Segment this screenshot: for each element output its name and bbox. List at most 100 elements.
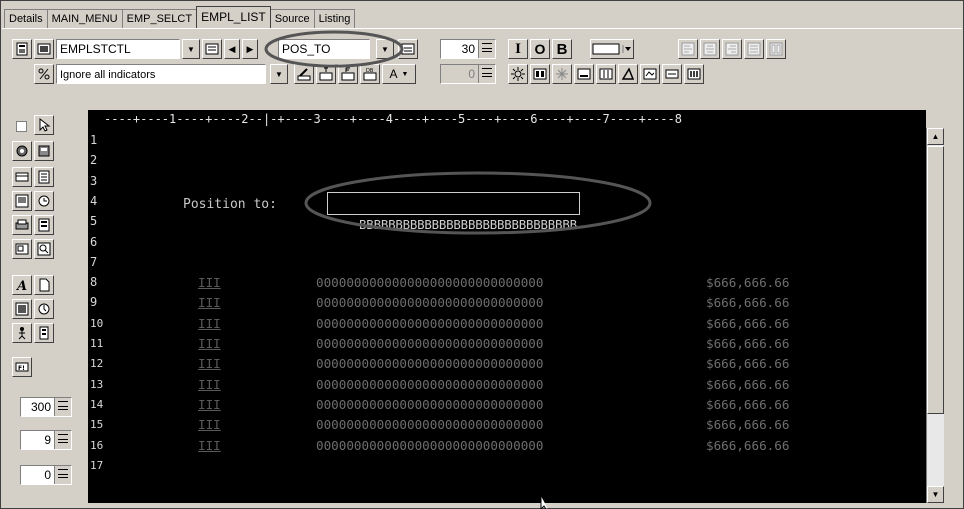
salary-field: $666,666.66	[706, 376, 790, 392]
both-field-button[interactable]: B	[552, 39, 572, 59]
subfile-button[interactable]	[662, 64, 682, 84]
percent-button[interactable]	[34, 64, 54, 84]
pointer-tool-button[interactable]	[34, 115, 54, 135]
palette-tool-4[interactable]	[34, 167, 54, 187]
position-to-field[interactable]: BBBBBBBBBBBBBBBBBBBBBBBBBBBBBB	[327, 192, 580, 232]
employee-name-field: 000000000000000000000000000000	[316, 437, 544, 453]
palette-tool-8[interactable]	[34, 215, 54, 235]
align-left-icon	[681, 42, 695, 56]
underline-icon	[577, 68, 591, 80]
color-picker-button[interactable]	[590, 39, 634, 59]
highlight-button[interactable]	[508, 64, 528, 84]
tab-emp-selct[interactable]: EMP_SELCT	[121, 9, 198, 28]
field-list-button[interactable]	[202, 39, 222, 59]
same-size-button[interactable]	[766, 39, 786, 59]
previous-button[interactable]: ◀	[224, 39, 240, 59]
vertical-scrollbar[interactable]: ▲ ▼	[926, 128, 944, 503]
palette-tool-7[interactable]	[12, 215, 32, 235]
document-icon	[39, 278, 50, 292]
palette-spinner-1[interactable]: 300	[20, 397, 72, 417]
palette-spinner-3[interactable]: 0	[20, 465, 72, 485]
spinner-arrows[interactable]	[54, 431, 71, 449]
properties-button[interactable]	[12, 39, 32, 59]
indicators-dropdown-button[interactable]: ▼	[270, 64, 288, 84]
scroll-up-button[interactable]: ▲	[927, 128, 944, 145]
field-select-button[interactable]	[398, 39, 418, 59]
field-name-combo[interactable]: POS_TO	[278, 39, 370, 59]
selection-field[interactable]: III	[198, 315, 221, 332]
selection-field[interactable]: III	[198, 274, 221, 291]
palette-tool-11[interactable]: A	[12, 275, 32, 295]
reverse-image-icon	[533, 68, 547, 80]
selection-field[interactable]: III	[198, 416, 221, 433]
palette-tool-13[interactable]	[12, 299, 32, 319]
palette-tool-1[interactable]	[12, 141, 32, 161]
tab-listing[interactable]: Listing	[313, 9, 356, 28]
spinner-arrows[interactable]	[478, 65, 495, 83]
selection-field[interactable]: III	[198, 355, 221, 372]
palette-spinner-2-value: 9	[44, 433, 51, 447]
window-button[interactable]	[640, 64, 660, 84]
selection-field[interactable]: III	[198, 294, 221, 311]
palette-spinner-2[interactable]: 9	[20, 430, 72, 450]
reverse-image-button[interactable]	[530, 64, 550, 84]
palette-tool-17[interactable]: F!	[12, 357, 32, 377]
indicator-spinner[interactable]: 0	[440, 64, 496, 84]
field-name-dropdown-button[interactable]: ▼	[376, 39, 394, 59]
blink-button[interactable]	[552, 64, 572, 84]
align-right-button[interactable]	[722, 39, 742, 59]
palette-tool-12[interactable]	[34, 275, 54, 295]
list-icon	[38, 170, 50, 184]
add-text-button[interactable]	[316, 64, 336, 84]
employee-name-field: 000000000000000000000000000000	[316, 295, 544, 311]
palette-tool-15[interactable]	[12, 323, 32, 343]
attribute-label: A	[389, 67, 398, 81]
selection-field[interactable]: III	[198, 396, 221, 413]
spinner-arrows[interactable]	[478, 40, 495, 58]
attribute-color-button[interactable]: A ▼	[382, 64, 416, 84]
underline-button[interactable]	[574, 64, 594, 84]
tab-main-menu[interactable]: MAIN_MENU	[46, 9, 123, 28]
italic-a-icon: A	[15, 279, 27, 292]
record-format-button[interactable]	[34, 39, 54, 59]
palette-tool-14[interactable]	[34, 299, 54, 319]
palette-tool-2[interactable]	[34, 141, 54, 161]
next-button[interactable]: ▶	[242, 39, 258, 59]
palette-tool-3[interactable]	[12, 167, 32, 187]
show-grid-checkbox[interactable]	[16, 121, 27, 132]
align-left-button[interactable]	[678, 39, 698, 59]
spinner-arrows[interactable]	[54, 466, 71, 484]
blink-icon	[556, 68, 568, 80]
palette-tool-16[interactable]	[34, 323, 54, 343]
field-length-spinner[interactable]: 30	[440, 39, 496, 59]
selection-field[interactable]: III	[198, 335, 221, 352]
selection-field[interactable]: III	[198, 376, 221, 393]
palette-tool-9[interactable]	[12, 239, 32, 259]
indicators-combo[interactable]: Ignore all indicators	[56, 64, 266, 84]
align-center-button[interactable]	[700, 39, 720, 59]
input-field-button[interactable]: I	[508, 39, 528, 59]
add-field-button[interactable]	[338, 64, 358, 84]
spinner-arrows[interactable]	[54, 398, 71, 416]
same-size-icon	[769, 42, 783, 56]
palette-tool-10[interactable]	[34, 239, 54, 259]
column-separator-button[interactable]	[596, 64, 616, 84]
scroll-down-button[interactable]: ▼	[927, 486, 944, 503]
scroll-thumb[interactable]	[927, 146, 944, 414]
palette-tool-5[interactable]	[12, 191, 32, 211]
selection-field[interactable]: III	[198, 437, 221, 454]
tab-details[interactable]: Details	[4, 9, 48, 28]
output-field-button[interactable]: O	[530, 39, 550, 59]
record-format-combo[interactable]: EMPLSTCTL	[56, 39, 180, 59]
palette-tool-6[interactable]	[34, 191, 54, 211]
keys-button[interactable]	[684, 64, 704, 84]
draw-box-button[interactable]	[618, 64, 638, 84]
record-format-dropdown-button[interactable]: ▼	[182, 39, 200, 59]
tab-source[interactable]: Source	[269, 9, 315, 28]
form-icon	[38, 218, 50, 232]
tab-empl-list[interactable]: EMPL_LIST	[196, 6, 271, 28]
edit-field-button[interactable]	[294, 64, 314, 84]
screen-design-canvas[interactable]: 1 2 3 4 5 6 7 8 9 10 11 12 13 14 15 16 17 Position to: B…	[88, 128, 926, 503]
space-evenly-button[interactable]	[744, 39, 764, 59]
add-db-field-button[interactable]: DB	[360, 64, 380, 84]
